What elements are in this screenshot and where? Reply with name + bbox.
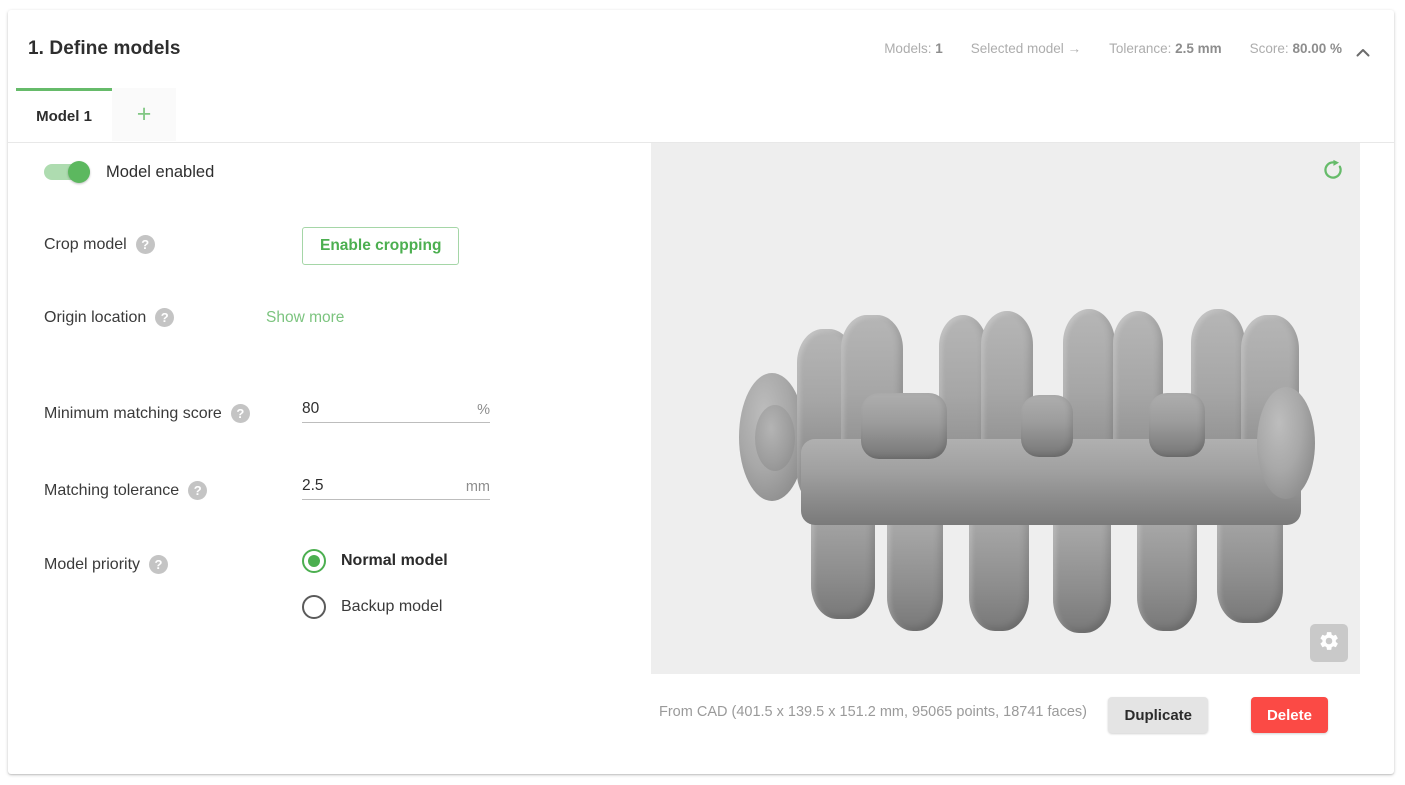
crop-model-label: Crop model bbox=[44, 235, 127, 253]
minimum-matching-score-unit: % bbox=[477, 402, 490, 418]
radio-normal-model-indicator bbox=[302, 549, 326, 573]
tab-model-1-label: Model 1 bbox=[36, 107, 92, 125]
enable-cropping-button[interactable]: Enable cropping bbox=[302, 227, 460, 265]
chevron-up-icon bbox=[1353, 43, 1373, 63]
model-part bbox=[1257, 387, 1315, 499]
page-title: 1. Define models bbox=[28, 38, 181, 59]
origin-location-row: Origin location ? bbox=[44, 308, 175, 327]
help-icon-origin-location[interactable]: ? bbox=[155, 308, 175, 327]
toggle-knob bbox=[68, 161, 90, 183]
tab-model-1[interactable]: Model 1 bbox=[16, 88, 112, 141]
radio-backup-model[interactable]: Backup model bbox=[302, 595, 448, 619]
score-meta: Score: 80.00 % bbox=[1250, 41, 1342, 56]
minimum-matching-score-row: Minimum matching score ? bbox=[44, 404, 250, 423]
radio-normal-model[interactable]: Normal model bbox=[302, 549, 448, 573]
crop-model-row: Crop model ? bbox=[44, 235, 155, 254]
matching-tolerance-unit: mm bbox=[465, 479, 490, 495]
radio-normal-model-label: Normal model bbox=[341, 552, 448, 569]
matching-tolerance-row: Matching tolerance ? bbox=[44, 481, 208, 500]
selected-model-link[interactable]: Selected model → bbox=[971, 41, 1081, 56]
radio-backup-model-indicator bbox=[302, 595, 326, 619]
model-enabled-label: Model enabled bbox=[106, 162, 215, 181]
enable-cropping-control: Enable cropping bbox=[302, 227, 460, 265]
minimum-matching-score-label: Minimum matching score bbox=[44, 404, 222, 422]
matching-tolerance-value[interactable]: 2.5 bbox=[302, 477, 466, 499]
radio-backup-model-label: Backup model bbox=[341, 598, 443, 615]
help-icon-matching-tolerance[interactable]: ? bbox=[188, 481, 208, 500]
model-part bbox=[861, 393, 947, 459]
model-part bbox=[1021, 395, 1073, 457]
tolerance-value: 2.5 mm bbox=[1175, 41, 1222, 56]
plus-icon: + bbox=[136, 100, 152, 128]
minimum-matching-score-value[interactable]: 80 bbox=[302, 400, 477, 422]
viewer-footer: From CAD (401.5 x 139.5 x 151.2 mm, 9506… bbox=[651, 688, 1360, 748]
help-icon-model-priority[interactable]: ? bbox=[149, 555, 169, 574]
tolerance-meta: Tolerance: 2.5 mm bbox=[1109, 41, 1222, 56]
gear-icon bbox=[1318, 630, 1340, 657]
app-root: 1. Define models Models: 1 Selected mode… bbox=[0, 0, 1405, 785]
settings-panel: Model enabled Crop model ? Enable croppi… bbox=[8, 143, 648, 774]
delete-button[interactable]: Delete bbox=[1250, 697, 1328, 733]
card-body: Model enabled Crop model ? Enable croppi… bbox=[8, 143, 1394, 774]
viewer-settings-button[interactable] bbox=[1310, 624, 1348, 662]
tolerance-label: Tolerance: bbox=[1109, 41, 1172, 56]
origin-location-label: Origin location bbox=[44, 308, 147, 326]
models-count-value: 1 bbox=[935, 41, 943, 56]
help-icon-crop-model[interactable]: ? bbox=[135, 235, 155, 254]
models-count-label: Models: bbox=[884, 41, 932, 56]
help-icon-minimum-matching-score[interactable]: ? bbox=[230, 404, 250, 423]
matching-tolerance-input[interactable]: 2.5 mm bbox=[302, 469, 490, 500]
model-priority-row: Model priority ? bbox=[44, 555, 169, 574]
origin-location-control: Show more bbox=[266, 309, 344, 327]
define-models-card: 1. Define models Models: 1 Selected mode… bbox=[8, 10, 1394, 774]
duplicate-button[interactable]: Duplicate bbox=[1108, 697, 1208, 733]
model-priority-options: Normal model Backup model bbox=[302, 549, 448, 641]
model-3d-viewer[interactable] bbox=[651, 143, 1360, 674]
enable-cropping-label: Enable cropping bbox=[320, 237, 442, 254]
score-label: Score: bbox=[1249, 41, 1289, 56]
refresh-icon bbox=[1320, 159, 1346, 187]
minimum-matching-score-control: 80 % bbox=[302, 392, 490, 423]
minimum-matching-score-input[interactable]: 80 % bbox=[302, 392, 490, 423]
model-part bbox=[1149, 393, 1205, 457]
models-count: Models: 1 bbox=[884, 41, 943, 56]
collapse-section-button[interactable] bbox=[1346, 36, 1380, 70]
card-header: 1. Define models Models: 1 Selected mode… bbox=[8, 10, 1394, 88]
matching-tolerance-control: 2.5 mm bbox=[302, 469, 490, 500]
matching-tolerance-label: Matching tolerance bbox=[44, 481, 180, 499]
model-tabbar: Model 1 + bbox=[8, 88, 1394, 143]
crankshaft-model bbox=[651, 143, 1360, 674]
score-value: 80.00 % bbox=[1292, 41, 1342, 56]
header-meta: Models: 1 Selected model → Tolerance: 2.… bbox=[884, 41, 1342, 56]
reset-view-button[interactable] bbox=[1320, 157, 1346, 183]
model-enabled-toggle[interactable] bbox=[44, 161, 92, 183]
model-priority-label: Model priority bbox=[44, 555, 141, 573]
add-model-tab-button[interactable]: + bbox=[112, 88, 176, 141]
model-enabled-row: Model enabled bbox=[44, 161, 214, 183]
model-part bbox=[755, 405, 795, 471]
show-more-link[interactable]: Show more bbox=[266, 309, 344, 326]
cad-info-text: From CAD (401.5 x 139.5 x 151.2 mm, 9506… bbox=[659, 704, 1087, 720]
